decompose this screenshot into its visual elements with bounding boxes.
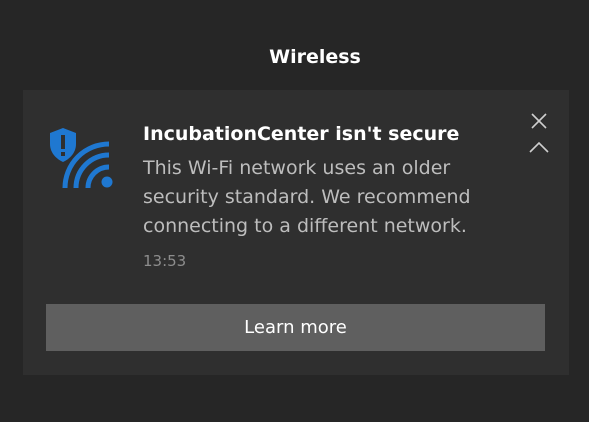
notification-message: This Wi-Fi network uses an older securit… [143,157,471,237]
close-icon [531,113,547,129]
close-button[interactable] [527,109,551,133]
notification-toast[interactable]: IncubationCenter isn't secure This Wi-Fi… [23,90,569,375]
chevron-up-icon [529,141,549,153]
collapse-button[interactable] [527,136,551,158]
learn-more-button[interactable]: Learn more [46,304,545,351]
notification-group-header: Wireless [269,46,361,68]
notification-timestamp: 13:53 [143,252,187,270]
wifi-shield-warning-icon [45,126,119,192]
notification-title: IncubationCenter isn't secure [143,123,460,145]
